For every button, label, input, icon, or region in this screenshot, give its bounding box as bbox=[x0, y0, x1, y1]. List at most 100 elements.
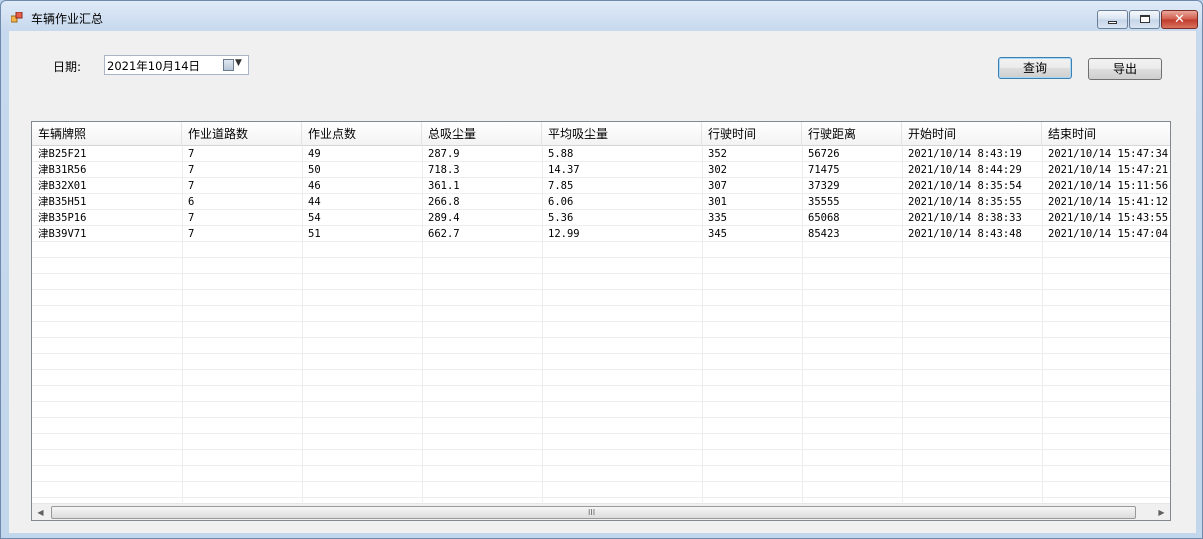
table-cell[interactable]: 302 bbox=[702, 162, 802, 178]
table-cell[interactable]: 50 bbox=[302, 162, 422, 178]
table-cell[interactable]: 35555 bbox=[802, 194, 902, 210]
table-cell[interactable]: 津B32X01 bbox=[32, 178, 182, 194]
empty-row bbox=[32, 386, 1170, 402]
table-cell[interactable]: 津B35P16 bbox=[32, 210, 182, 226]
column-header[interactable]: 平均吸尘量 bbox=[542, 122, 702, 146]
column-divider bbox=[1042, 146, 1043, 502]
export-button[interactable]: 导出 bbox=[1088, 58, 1162, 80]
column-header[interactable]: 开始时间 bbox=[902, 122, 1042, 146]
table-cell[interactable]: 345 bbox=[702, 226, 802, 242]
empty-row bbox=[32, 466, 1170, 482]
table-cell[interactable]: 289.4 bbox=[422, 210, 542, 226]
app-window: 车辆作业汇总 ✕ 日期: 2021年10月14日 ▼ 查询 导出 车辆牌照 作业道… bbox=[0, 0, 1203, 539]
table-cell[interactable]: 2021/10/14 8:35:55 bbox=[902, 194, 1042, 210]
column-header[interactable]: 作业点数 bbox=[302, 122, 422, 146]
table-cell[interactable]: 12.99 bbox=[542, 226, 702, 242]
table-cell[interactable]: 44 bbox=[302, 194, 422, 210]
table-cell[interactable]: 7 bbox=[182, 178, 302, 194]
table-cell[interactable]: 352 bbox=[702, 146, 802, 162]
table-row[interactable]: 津B32X01 7 46 361.1 7.85 307 37329 2021/10/14 8:… bbox=[32, 178, 1170, 194]
grid-header: 车辆牌照 作业道路数 作业点数 总吸尘量 平均吸尘量 行驶时间 行驶距离 开始时间 结束时间 bbox=[32, 122, 1170, 146]
table-cell[interactable]: 2021/10/14 15:43:55 bbox=[1042, 210, 1170, 226]
table-cell[interactable]: 301 bbox=[702, 194, 802, 210]
scroll-thumb[interactable]: III bbox=[51, 506, 1136, 519]
scroll-grip-icon: III bbox=[588, 508, 596, 517]
table-cell[interactable]: 54 bbox=[302, 210, 422, 226]
table-cell[interactable]: 56726 bbox=[802, 146, 902, 162]
empty-row bbox=[32, 322, 1170, 338]
column-header[interactable]: 结束时间 bbox=[1042, 122, 1170, 146]
scroll-right-arrow-icon[interactable]: ▶ bbox=[1153, 504, 1170, 520]
table-cell[interactable]: 2021/10/14 8:43:48 bbox=[902, 226, 1042, 242]
table-cell[interactable]: 津B31R56 bbox=[32, 162, 182, 178]
summary-grid[interactable]: 车辆牌照 作业道路数 作业点数 总吸尘量 平均吸尘量 行驶时间 行驶距离 开始时间 结束时间 津… bbox=[31, 121, 1171, 521]
column-header[interactable]: 总吸尘量 bbox=[422, 122, 542, 146]
table-cell[interactable]: 14.37 bbox=[542, 162, 702, 178]
horizontal-scrollbar[interactable]: ◀ III ▶ bbox=[32, 503, 1170, 520]
table-cell[interactable]: 2021/10/14 15:41:12 bbox=[1042, 194, 1170, 210]
title-bar[interactable]: 车辆作业汇总 ✕ bbox=[1, 1, 1202, 31]
table-cell[interactable]: 2021/10/14 8:35:54 bbox=[902, 178, 1042, 194]
table-cell[interactable]: 2021/10/14 8:44:29 bbox=[902, 162, 1042, 178]
table-cell[interactable]: 2021/10/14 15:47:04 bbox=[1042, 226, 1170, 242]
column-divider bbox=[802, 146, 803, 502]
table-cell[interactable]: 335 bbox=[702, 210, 802, 226]
empty-row bbox=[32, 354, 1170, 370]
table-cell[interactable]: 7 bbox=[182, 146, 302, 162]
table-cell[interactable]: 2021/10/14 8:43:19 bbox=[902, 146, 1042, 162]
column-header[interactable]: 车辆牌照 bbox=[32, 122, 182, 146]
table-cell[interactable]: 5.36 bbox=[542, 210, 702, 226]
table-cell[interactable]: 51 bbox=[302, 226, 422, 242]
table-cell[interactable]: 津B25F21 bbox=[32, 146, 182, 162]
table-cell[interactable]: 37329 bbox=[802, 178, 902, 194]
table-cell[interactable]: 7 bbox=[182, 210, 302, 226]
table-row[interactable]: 津B31R56 7 50 718.3 14.37 302 71475 2021/10/14 8… bbox=[32, 162, 1170, 178]
table-cell[interactable]: 7 bbox=[182, 226, 302, 242]
empty-row bbox=[32, 258, 1170, 274]
minimize-icon bbox=[1108, 21, 1117, 24]
column-header[interactable]: 行驶时间 bbox=[702, 122, 802, 146]
table-cell[interactable]: 5.88 bbox=[542, 146, 702, 162]
grid-rows: 津B25F21 7 49 287.9 5.88 352 56726 2021/10/14 8:… bbox=[32, 146, 1170, 502]
table-row[interactable]: 津B35H51 6 44 266.8 6.06 301 35555 2021/10/14 8:… bbox=[32, 194, 1170, 210]
table-cell[interactable]: 361.1 bbox=[422, 178, 542, 194]
table-cell[interactable]: 2021/10/14 8:38:33 bbox=[902, 210, 1042, 226]
table-cell[interactable]: 2021/10/14 15:11:56 bbox=[1042, 178, 1170, 194]
minimize-button[interactable] bbox=[1097, 10, 1128, 29]
column-header[interactable]: 作业道路数 bbox=[182, 122, 302, 146]
table-cell[interactable]: 津B35H51 bbox=[32, 194, 182, 210]
window-title: 车辆作业汇总 bbox=[31, 12, 104, 26]
table-cell[interactable]: 2021/10/14 15:47:21 bbox=[1042, 162, 1170, 178]
query-button[interactable]: 查询 bbox=[998, 57, 1072, 79]
table-cell[interactable]: 65068 bbox=[802, 210, 902, 226]
table-cell[interactable]: 津B39V71 bbox=[32, 226, 182, 242]
close-icon: ✕ bbox=[1174, 12, 1185, 27]
scroll-left-arrow-icon[interactable]: ◀ bbox=[32, 504, 49, 520]
table-row[interactable]: 津B25F21 7 49 287.9 5.88 352 56726 2021/10/14 8:… bbox=[32, 146, 1170, 162]
calendar-icon[interactable] bbox=[223, 59, 234, 71]
table-cell[interactable]: 662.7 bbox=[422, 226, 542, 242]
table-cell[interactable]: 2021/10/14 15:47:34 bbox=[1042, 146, 1170, 162]
table-cell[interactable]: 7 bbox=[182, 162, 302, 178]
date-picker[interactable]: 2021年10月14日 ▼ bbox=[104, 55, 249, 75]
table-cell[interactable]: 266.8 bbox=[422, 194, 542, 210]
table-cell[interactable]: 287.9 bbox=[422, 146, 542, 162]
close-button[interactable]: ✕ bbox=[1161, 10, 1198, 29]
table-cell[interactable]: 7.85 bbox=[542, 178, 702, 194]
table-cell[interactable]: 6 bbox=[182, 194, 302, 210]
table-cell[interactable]: 307 bbox=[702, 178, 802, 194]
table-cell[interactable]: 71475 bbox=[802, 162, 902, 178]
table-row[interactable]: 津B39V71 7 51 662.7 12.99 345 85423 2021/10/14 8… bbox=[32, 226, 1170, 242]
column-header[interactable]: 行驶距离 bbox=[802, 122, 902, 146]
table-row[interactable]: 津B35P16 7 54 289.4 5.36 335 65068 2021/10/14 8:… bbox=[32, 210, 1170, 226]
date-label: 日期: bbox=[53, 60, 82, 74]
table-cell[interactable]: 718.3 bbox=[422, 162, 542, 178]
date-value: 2021年10月14日 bbox=[107, 59, 201, 73]
chevron-down-icon[interactable]: ▼ bbox=[235, 58, 242, 68]
table-cell[interactable]: 6.06 bbox=[542, 194, 702, 210]
maximize-button[interactable] bbox=[1129, 10, 1160, 29]
column-divider bbox=[302, 146, 303, 502]
table-cell[interactable]: 46 bbox=[302, 178, 422, 194]
table-cell[interactable]: 85423 bbox=[802, 226, 902, 242]
table-cell[interactable]: 49 bbox=[302, 146, 422, 162]
